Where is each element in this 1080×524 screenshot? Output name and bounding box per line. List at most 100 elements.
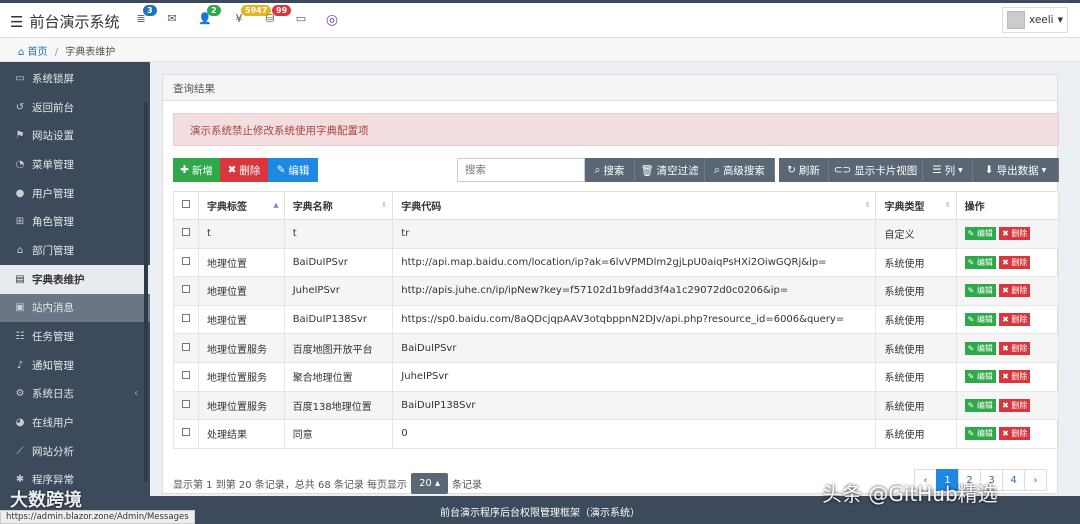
row-checkbox[interactable] — [182, 285, 190, 294]
mail-icon[interactable]: ✉ — [162, 12, 182, 28]
pager-next[interactable]: › — [1024, 469, 1047, 491]
header-dict-name[interactable]: 字典名称 ⇕ — [283, 191, 394, 220]
user-plus-icon[interactable]: 👤 2 — [195, 5, 221, 28]
table-row[interactable]: 地理位置 BaiDuIPSvr http://api.map.baidu.com/l… — [173, 247, 1060, 278]
row-delete-button[interactable]: ✖ 删除 — [999, 313, 1031, 327]
sidebar-item[interactable]: ▤ 字典表维护 — [0, 264, 150, 294]
sidebar-item[interactable]: ◕ 在线用户 — [0, 408, 150, 437]
table-cell: 地理位置服务 — [198, 333, 285, 363]
table-row[interactable]: 地理位置服务 聚合地理位置 JuheIPSvr 系统使用 ✎ 编辑 ✖ 删除 — [173, 361, 1060, 392]
top-navbar: ☰ 前台演示系统 ≣ 3 ✉ 👤 2 ¥5947 ⛁ 99 ▭ ◎ xeeli ▼ — [0, 0, 1080, 38]
row-delete-button[interactable]: ✖ 删除 — [999, 341, 1031, 355]
table-cell: 自定义 — [875, 219, 957, 249]
sidebar-item[interactable]: ◔ 菜单管理 — [0, 150, 150, 179]
sidebar-item[interactable]: ♪ 通知管理 — [0, 351, 150, 380]
app-icon[interactable]: ≣ 3 — [131, 5, 157, 28]
return-icon: ↺ — [15, 101, 25, 113]
sidebar-item[interactable]: ⊞ 角色管理 — [0, 207, 150, 236]
card-view-button[interactable]: ⊂⊃ 显示卡片视图 — [829, 158, 923, 182]
monitor-icon: ▭ — [15, 72, 25, 84]
refresh-button[interactable]: ↻ 刷新 — [779, 158, 829, 182]
row-delete-button[interactable]: ✖ 删除 — [999, 284, 1031, 298]
sidebar-item[interactable]: ⟋ 网站分析 — [0, 437, 150, 466]
row-delete-button[interactable]: ✖ 删除 — [999, 227, 1031, 241]
table-cell: BaiDuIPSvr — [283, 247, 394, 278]
row-edit-button[interactable]: ✎ 编辑 — [964, 255, 996, 269]
row-checkbox[interactable] — [182, 399, 190, 408]
plus-icon: ✚ — [180, 164, 189, 176]
clear-filter-button[interactable]: 🗑 清空过滤 — [635, 158, 705, 182]
row-checkbox[interactable] — [182, 371, 190, 380]
sidebar-item-label: 在线用户 — [32, 417, 74, 430]
table-cell: 系统使用 — [875, 247, 957, 278]
row-delete-button[interactable]: ✖ 删除 — [999, 398, 1031, 412]
table-cell: 系统使用 — [875, 419, 957, 449]
add-button[interactable]: ✚ 新增 — [173, 158, 220, 182]
pager-page-4[interactable]: 4 — [1002, 469, 1025, 491]
select-all-checkbox[interactable] — [173, 191, 199, 220]
list-icon: ☰ — [932, 164, 942, 176]
row-checkbox[interactable] — [182, 342, 190, 351]
table-row[interactable]: 地理位置 BaiDuIP138Svr https://sp0.baidu.com/8… — [173, 304, 1060, 335]
table-cell: 系统使用 — [875, 361, 957, 392]
sidebar-item[interactable]: ▣ 站内消息 — [0, 293, 150, 323]
notification-badge: 99 — [272, 5, 292, 16]
sidebar-item[interactable]: ● 用户管理 — [0, 179, 150, 208]
sidebar-item[interactable]: ↺ 返回前台 — [0, 93, 150, 122]
search-input[interactable] — [457, 158, 585, 182]
advanced-search-button[interactable]: ⌕ 高级搜索 — [705, 158, 775, 182]
sidebar-item-label: 菜单管理 — [32, 158, 74, 171]
pencil-icon: ✎ — [276, 164, 286, 176]
app-title: 前台演示系统 — [29, 13, 120, 31]
header-dict-type[interactable]: 字典类型 ⇕ — [875, 191, 957, 220]
row-edit-button[interactable]: ✎ 编辑 — [964, 227, 996, 241]
sitemap-icon: ⊞ — [15, 216, 25, 228]
row-edit-button[interactable]: ✎ 编辑 — [964, 341, 996, 355]
row-edit-button[interactable]: ✎ 编辑 — [964, 427, 996, 441]
monitor-icon[interactable]: ▭ — [291, 12, 311, 28]
table-row[interactable]: t t tr 自定义 ✎ 编辑 ✖ 删除 — [173, 219, 1060, 249]
row-delete-button[interactable]: ✖ 删除 — [999, 427, 1031, 441]
database-icon[interactable]: ⛁ 99 — [260, 5, 292, 28]
menu-toggle-icon[interactable]: ☰ — [10, 13, 23, 31]
bug-icon: ✱ — [15, 474, 25, 486]
sidebar-item[interactable]: ⚙ 系统日志 ‹ — [0, 380, 150, 409]
sidebar-item[interactable]: ▭ 系统锁屏 — [0, 64, 150, 93]
breadcrumb-home[interactable]: ⌂ 首页 — [18, 47, 48, 58]
row-edit-button[interactable]: ✎ 编辑 — [964, 284, 996, 298]
blazor-logo-icon[interactable]: ◎ — [322, 12, 342, 28]
delete-button[interactable]: ✖ 删除 — [220, 158, 268, 182]
row-delete-button[interactable]: ✖ 删除 — [999, 255, 1031, 269]
tasks-icon: ☷ — [15, 331, 25, 343]
header-dict-label[interactable]: 字典标签 ▲ — [198, 191, 285, 220]
row-checkbox[interactable] — [182, 256, 190, 265]
sidebar-item[interactable]: ⌂ 部门管理 — [0, 236, 150, 265]
table-row[interactable]: 地理位置服务 百度地图开放平台 BaiDuIPSvr 系统使用 ✎ 编辑 ✖ 删除 — [173, 333, 1060, 363]
page-size-select[interactable]: 20 ▴ — [411, 473, 448, 494]
refresh-icon: ↻ — [787, 164, 796, 176]
row-delete-button[interactable]: ✖ 删除 — [999, 370, 1031, 384]
row-checkbox[interactable] — [182, 314, 190, 323]
row-checkbox[interactable] — [182, 428, 190, 437]
user-menu[interactable]: xeeli ▼ — [1001, 7, 1068, 33]
search-button[interactable]: ⌕ 搜索 — [585, 158, 635, 182]
brand[interactable]: ☰ 前台演示系统 — [10, 11, 119, 32]
row-edit-button[interactable]: ✎ 编辑 — [964, 313, 996, 327]
table-row[interactable]: 地理位置 JuheIPSvr http://apis.juhe.cn/ip/ipNe… — [173, 276, 1060, 306]
header-dict-code[interactable]: 字典代码 ⇕ — [392, 191, 877, 220]
row-checkbox[interactable] — [182, 228, 190, 237]
sidebar-item-label: 网站分析 — [32, 445, 74, 458]
table-row[interactable]: 处理结果 同意 0 系统使用 ✎ 编辑 ✖ 删除 — [173, 419, 1060, 449]
table-row[interactable]: 地理位置服务 百度138地理位置 BaiDuIP138Svr 系统使用 ✎ 编辑 ✖ 删… — [173, 390, 1060, 421]
table-cell: 系统使用 — [875, 276, 957, 306]
row-edit-button[interactable]: ✎ 编辑 — [964, 370, 996, 384]
sidebar-scrollbar[interactable] — [144, 102, 148, 482]
sidebar-item[interactable]: ☷ 任务管理 — [0, 322, 150, 351]
edit-button[interactable]: ✎ 编辑 — [268, 158, 318, 182]
sidebar-item[interactable]: ⚑ 网站设置 — [0, 121, 150, 150]
money-icon[interactable]: ¥5947 — [229, 5, 272, 28]
columns-button[interactable]: ☰ 列 ▼ — [923, 158, 973, 182]
row-edit-button[interactable]: ✎ 编辑 — [964, 398, 996, 412]
export-button[interactable]: ⬇ 导出数据 ▼ — [973, 158, 1059, 182]
notification-badge: 2 — [207, 5, 221, 16]
